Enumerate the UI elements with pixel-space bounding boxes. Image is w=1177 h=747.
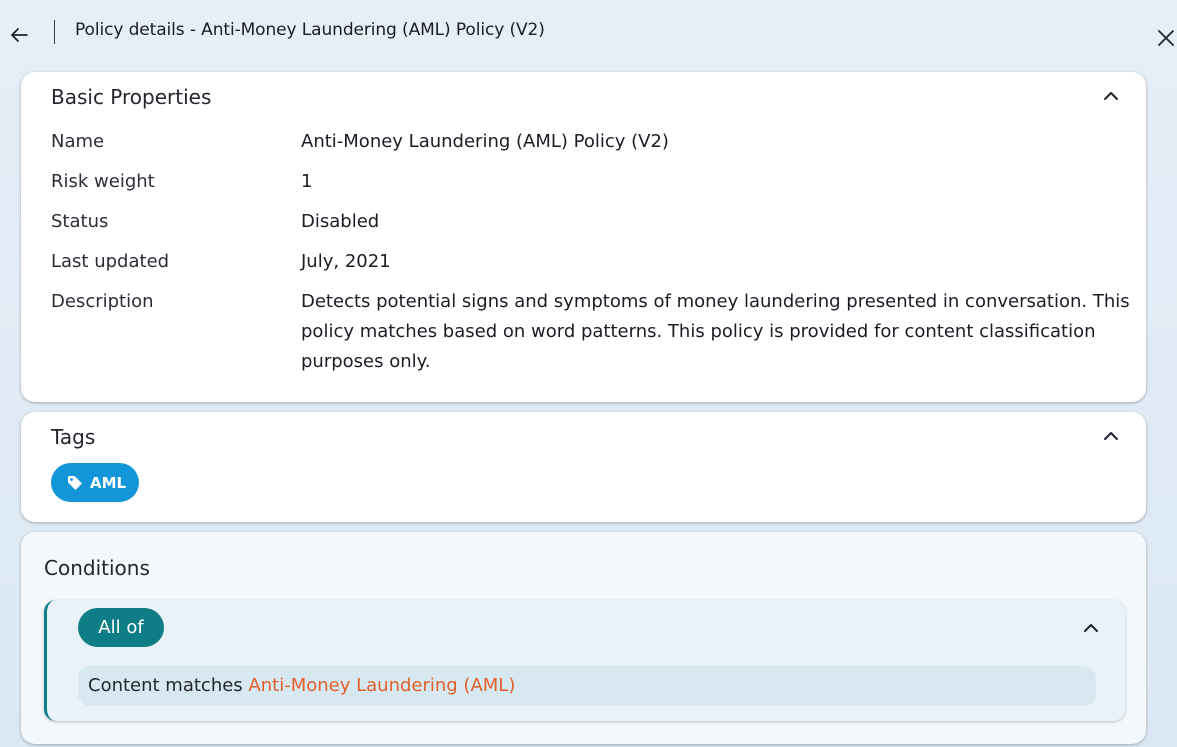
conditions-card: Conditions All of Content matches Anti-M… (21, 532, 1146, 744)
close-button[interactable] (1154, 26, 1177, 50)
property-value: 1 (301, 171, 313, 192)
condition-row: Content matches Anti-Money Laundering (A… (78, 666, 1096, 706)
tags-card: Tags AML (21, 412, 1146, 522)
page-header: Policy details - Anti-Money Laundering (… (0, 0, 1177, 66)
tag-chip-aml[interactable]: AML (51, 463, 139, 502)
collapse-tags-button[interactable] (1099, 424, 1123, 448)
property-value: Disabled (301, 211, 380, 232)
header-divider (54, 20, 55, 44)
property-value-description: Detects potential signs and symptoms of … (301, 291, 1130, 372)
basic-properties-title: Basic Properties (51, 85, 212, 109)
page-title: Policy details - Anti-Money Laundering (… (75, 20, 545, 40)
arrow-left-icon (11, 28, 28, 42)
collapse-condition-group-button[interactable] (1079, 616, 1103, 640)
basic-properties-card: Basic Properties Name Anti-Money Launder… (21, 72, 1146, 402)
tags-title: Tags (51, 425, 96, 449)
back-button[interactable] (6, 22, 32, 48)
property-label: Last updated (51, 251, 170, 272)
chevron-up-icon (1104, 432, 1118, 440)
condition-policy-link[interactable]: Anti-Money Laundering (AML) (248, 675, 515, 696)
tag-icon (66, 474, 84, 492)
property-label: Description (51, 291, 154, 312)
property-label: Name (51, 131, 105, 152)
group-operator-chip[interactable]: All of (78, 608, 164, 647)
property-label: Risk weight (51, 171, 155, 192)
condition-prefix: Content matches (88, 675, 243, 696)
chevron-up-icon (1104, 92, 1118, 100)
collapse-basic-properties-button[interactable] (1099, 84, 1123, 108)
chevron-up-icon (1084, 624, 1098, 632)
property-value: July, 2021 (301, 251, 391, 272)
tag-chip-label: AML (90, 473, 127, 492)
property-label: Status (51, 211, 109, 232)
conditions-title: Conditions (44, 556, 150, 580)
property-value: Anti-Money Laundering (AML) Policy (V2) (301, 131, 669, 152)
condition-group: All of Content matches Anti-Money Launde… (44, 600, 1125, 721)
close-icon (1158, 30, 1174, 46)
